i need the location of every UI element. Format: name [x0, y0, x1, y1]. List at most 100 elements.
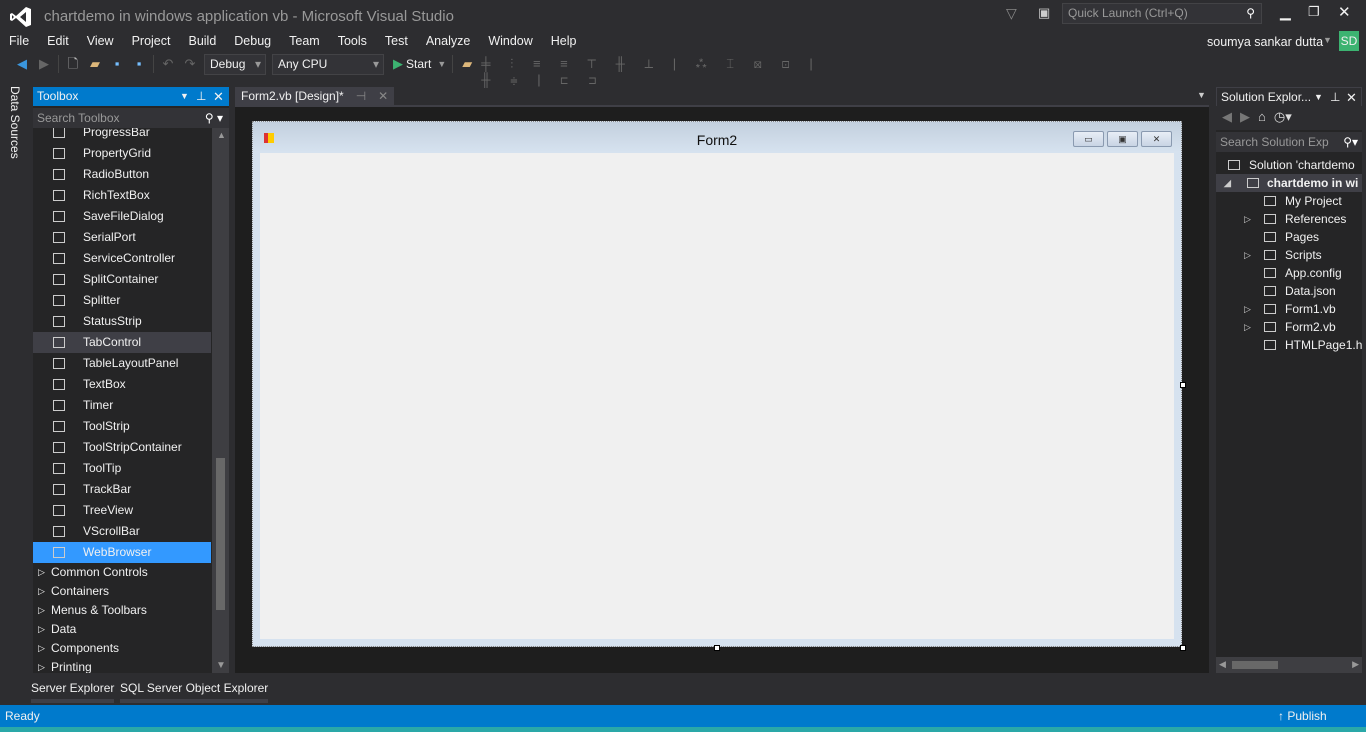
bottom-tab-server-explorer[interactable]: Server Explorer	[31, 681, 115, 703]
toolbox-item-serialport[interactable]: SerialPort	[33, 227, 211, 248]
pin-icon[interactable]: ⊥	[196, 87, 206, 106]
solution-item[interactable]: My Project	[1216, 192, 1362, 210]
solution-item[interactable]: ◢ chartdemo in wi	[1216, 174, 1362, 192]
toolbox-item-servicecontroller[interactable]: ServiceController	[33, 248, 211, 269]
expander-icon[interactable]: ◢	[1224, 174, 1231, 192]
toolbox-item-webbrowser[interactable]: WebBrowser	[33, 542, 211, 563]
user-name[interactable]: soumya sankar dutta	[1207, 35, 1323, 49]
menu-analyze[interactable]: Analyze	[417, 32, 479, 50]
close-button[interactable]: ✕	[1338, 3, 1351, 21]
avatar[interactable]: SD	[1339, 31, 1359, 51]
document-tab[interactable]: Form2.vb [Design]* ⊣ ✕	[235, 87, 395, 105]
solution-item[interactable]: App.config	[1216, 264, 1362, 282]
toolbox-item-tooltip[interactable]: ToolTip	[33, 458, 211, 479]
toolbox-item-progressbar[interactable]: ProgressBar	[33, 128, 211, 143]
toolbox-group-containers[interactable]: Containers	[33, 582, 211, 601]
menu-build[interactable]: Build	[179, 32, 225, 50]
toolbox-group-data[interactable]: Data	[33, 620, 211, 639]
platform-select[interactable]: Any CPU	[272, 53, 384, 75]
menu-window[interactable]: Window	[479, 32, 541, 50]
form-maximize-button[interactable]: ▣	[1107, 131, 1138, 147]
notifications-icon[interactable]: ▣	[1038, 5, 1050, 21]
expander-icon[interactable]: ▷	[1244, 246, 1251, 264]
config-select[interactable]: Debug	[204, 53, 266, 75]
expander-icon[interactable]: ▷	[1244, 300, 1251, 318]
toolbox-item-statusstrip[interactable]: StatusStrip	[33, 311, 211, 332]
menu-file[interactable]: File	[0, 32, 38, 50]
solution-item[interactable]: ▷ Scripts	[1216, 246, 1362, 264]
menu-team[interactable]: Team	[280, 32, 329, 50]
solution-item[interactable]: Pages	[1216, 228, 1362, 246]
save-all-icon[interactable]: ▪	[131, 56, 147, 72]
undo-icon[interactable]: ↶	[160, 56, 176, 72]
minimize-button[interactable]: ▁	[1280, 4, 1291, 21]
solution-hscrollbar[interactable]: ◀ ▶	[1216, 657, 1362, 673]
solution-search-input[interactable]: Search Solution Exp ⚲▾	[1216, 132, 1362, 152]
toolbox-item-tablelayoutpanel[interactable]: TableLayoutPanel	[33, 353, 211, 374]
solution-item[interactable]: ▷ Form1.vb	[1216, 300, 1362, 318]
history-icon[interactable]: ◷▾	[1274, 109, 1292, 127]
redo-icon[interactable]: ↷	[182, 56, 198, 72]
solution-item[interactable]: Data.json	[1216, 282, 1362, 300]
menu-tools[interactable]: Tools	[329, 32, 376, 50]
forward-icon[interactable]: ▶	[1240, 109, 1250, 127]
data-sources-tab[interactable]: Data Sources	[8, 86, 22, 159]
close-tab-icon[interactable]: ✕	[378, 87, 388, 105]
toolbox-group-components[interactable]: Components	[33, 639, 211, 658]
scroll-thumb[interactable]	[1232, 661, 1278, 669]
menu-view[interactable]: View	[78, 32, 123, 50]
pin-icon[interactable]: ⊥	[1330, 88, 1340, 107]
pin-icon[interactable]: ⊣	[356, 87, 366, 105]
start-icon[interactable]: ▶	[390, 56, 406, 72]
toolbox-item-textbox[interactable]: TextBox	[33, 374, 211, 395]
toolbox-item-trackbar[interactable]: TrackBar	[33, 479, 211, 500]
form-minimize-button[interactable]: ▭	[1073, 131, 1104, 147]
expander-icon[interactable]: ▷	[1244, 318, 1251, 336]
restore-button[interactable]: ❐	[1308, 4, 1320, 20]
forward-icon[interactable]: ▶	[36, 56, 52, 72]
toolbox-group-common-controls[interactable]: Common Controls	[33, 563, 211, 582]
open-file-icon[interactable]: ▰	[87, 56, 103, 72]
close-icon[interactable]: ✕	[1346, 88, 1357, 107]
form-close-button[interactable]: ✕	[1141, 131, 1172, 147]
new-project-icon[interactable]: 🗋	[65, 56, 81, 72]
user-chevron-icon[interactable]: ▼	[1323, 35, 1332, 45]
toolbox-item-timer[interactable]: Timer	[33, 395, 211, 416]
toolbox-item-tabcontrol[interactable]: TabControl	[33, 332, 211, 353]
toolbox-scrollbar[interactable]: ▲ ▼	[212, 128, 229, 673]
publish-button[interactable]: ↑ Publish	[1278, 709, 1327, 723]
solution-item[interactable]: ▷ Form2.vb	[1216, 318, 1362, 336]
close-icon[interactable]: ✕	[213, 87, 224, 106]
form-client-area[interactable]	[260, 153, 1174, 639]
quick-launch-input[interactable]: Quick Launch (Ctrl+Q) ⚲	[1062, 3, 1262, 24]
menu-test[interactable]: Test	[376, 32, 417, 50]
toolbox-item-propertygrid[interactable]: PropertyGrid	[33, 143, 211, 164]
toolbox-group-menus-toolbars[interactable]: Menus & Toolbars	[33, 601, 211, 620]
feedback-icon[interactable]: ▽	[1006, 5, 1017, 22]
dropdown-icon[interactable]: ▼	[1314, 88, 1323, 107]
toolbox-group-printing[interactable]: Printing	[33, 658, 211, 673]
menu-debug[interactable]: Debug	[225, 32, 280, 50]
form2-window[interactable]: Form2 ▭ ▣ ✕	[252, 121, 1182, 647]
toolbox-item-richtextbox[interactable]: RichTextBox	[33, 185, 211, 206]
home-icon[interactable]: ⌂	[1258, 109, 1266, 127]
toolbox-item-treeview[interactable]: TreeView	[33, 500, 211, 521]
find-icon[interactable]: ▰	[459, 56, 475, 72]
solution-item[interactable]: ▷ References	[1216, 210, 1362, 228]
toolbox-item-toolstrip[interactable]: ToolStrip	[33, 416, 211, 437]
toolbox-item-radiobutton[interactable]: RadioButton	[33, 164, 211, 185]
back-icon[interactable]: ◀	[14, 56, 30, 72]
scroll-thumb[interactable]	[216, 458, 225, 610]
toolbox-item-vscrollbar[interactable]: VScrollBar	[33, 521, 211, 542]
resize-handle-corner[interactable]	[1180, 645, 1186, 651]
expander-icon[interactable]: ▷	[1244, 210, 1251, 228]
menu-project[interactable]: Project	[123, 32, 180, 50]
toolbox-item-toolstripcontainer[interactable]: ToolStripContainer	[33, 437, 211, 458]
solution-item[interactable]: Solution 'chartdemo	[1216, 156, 1362, 174]
tab-overflow-icon[interactable]: ▼	[1197, 90, 1206, 100]
menu-edit[interactable]: Edit	[38, 32, 78, 50]
save-icon[interactable]: ▪	[109, 56, 125, 72]
resize-handle-right[interactable]	[1180, 382, 1186, 388]
toolbox-item-splitter[interactable]: Splitter	[33, 290, 211, 311]
dropdown-icon[interactable]: ▼	[180, 87, 189, 106]
